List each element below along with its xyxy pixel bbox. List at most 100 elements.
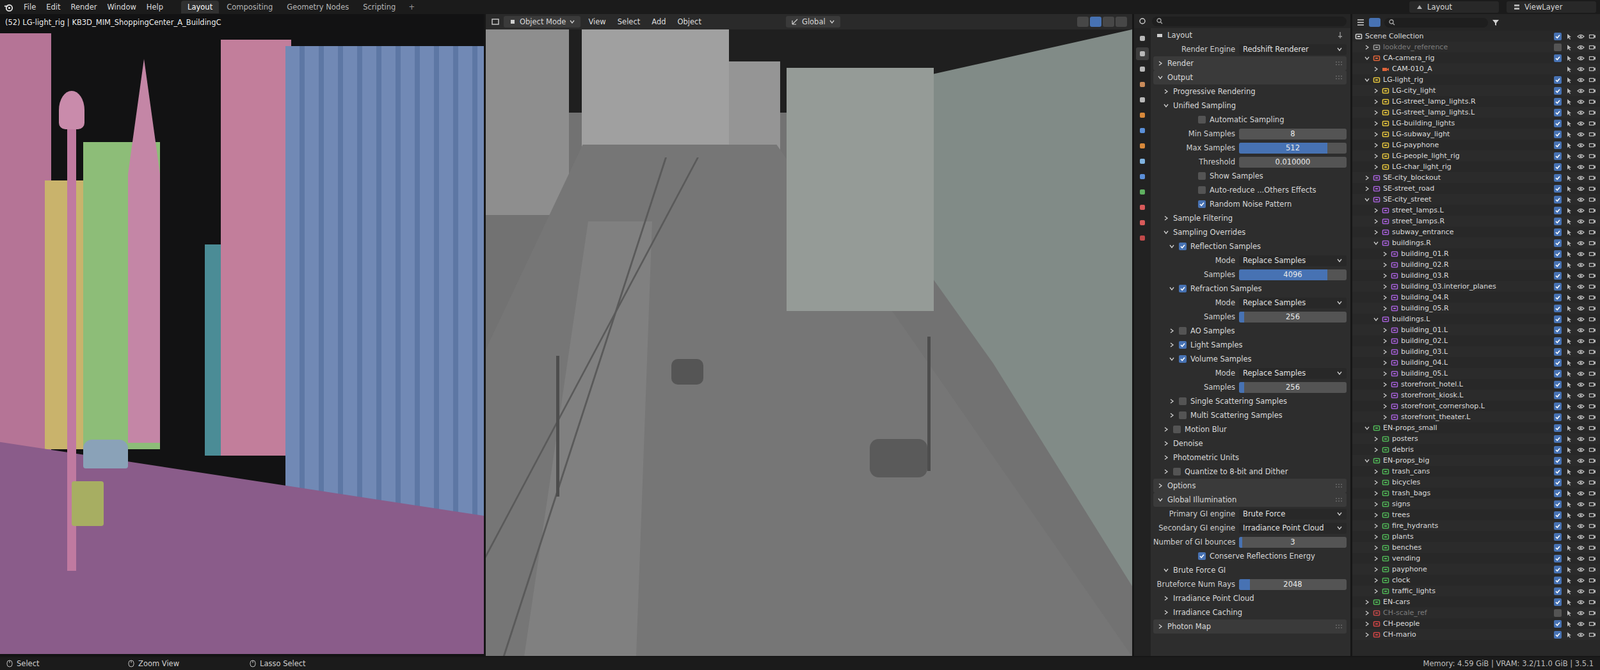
outliner-item[interactable]: building_01.L [1352,324,1600,336]
select-arrow-icon[interactable] [1565,184,1574,193]
eye-icon[interactable] [1576,533,1585,541]
chevron-icon[interactable] [1363,609,1371,617]
checkbox-row[interactable]: Show Samples [1153,168,1347,184]
exclude-checkbox[interactable] [1553,446,1562,454]
eye-icon[interactable] [1576,402,1585,411]
outliner-item[interactable]: CAM-010_A [1352,63,1600,75]
3d-viewport[interactable]: Object ModeViewSelectAddObjectGlobal [485,14,1133,656]
chevron-icon[interactable] [1381,294,1389,301]
select-arrow-icon[interactable] [1565,174,1574,182]
select-arrow-icon[interactable] [1565,609,1574,617]
dropdown-field[interactable]: Brute Force [1239,508,1347,520]
eye-icon[interactable] [1576,424,1585,432]
workspace-tab[interactable]: Geometry Nodes [280,0,356,14]
pin-icon[interactable] [1336,31,1344,40]
slider-field[interactable]: 256 [1239,311,1347,323]
eye-icon[interactable] [1576,565,1585,574]
properties-tab-icon[interactable] [1136,62,1149,76]
render-camera-icon[interactable] [1588,391,1597,400]
exclude-checkbox[interactable] [1553,184,1562,193]
eye-icon[interactable] [1576,250,1585,258]
panel-checkbox[interactable] [1178,411,1187,420]
select-arrow-icon[interactable] [1565,576,1574,585]
exclude-checkbox[interactable] [1553,108,1562,117]
properties-tab-icon[interactable] [1136,216,1149,230]
outliner-item[interactable]: building_04.L [1352,357,1600,368]
dropdown-field[interactable]: Irradiance Point Cloud [1239,522,1347,534]
select-arrow-icon[interactable] [1565,598,1574,607]
chevron-icon[interactable] [1363,620,1371,628]
exclude-checkbox[interactable] [1553,359,1562,367]
exclude-checkbox[interactable] [1553,217,1562,226]
properties-tab-icon[interactable] [1136,170,1149,184]
checkbox[interactable] [1198,172,1206,180]
drag-handle-icon[interactable] [1335,497,1344,503]
select-arrow-icon[interactable] [1565,304,1574,313]
exclude-checkbox[interactable] [1553,413,1562,422]
eye-icon[interactable] [1576,54,1585,63]
outliner-item[interactable]: posters [1352,433,1600,445]
dropdown-field[interactable]: Replace Samples [1239,255,1347,267]
outliner-item[interactable]: fire_hydrants [1352,520,1600,532]
viewport-menu[interactable]: Object [673,16,706,28]
select-arrow-icon[interactable] [1565,369,1574,378]
panel-header[interactable]: Single Scattering Samples [1153,394,1347,409]
checkbox-row[interactable]: Random Noise Pattern [1153,197,1347,212]
outliner-item[interactable]: CH-people [1352,618,1600,630]
render-camera-icon[interactable] [1588,576,1597,585]
chevron-icon[interactable] [1381,403,1389,410]
properties-tab-icon[interactable] [1136,124,1149,137]
outliner-item[interactable]: LG-street_lamp_lights.R [1352,96,1600,107]
exclude-checkbox[interactable] [1553,522,1562,530]
properties-tab-icon[interactable] [1136,32,1149,45]
exclude-checkbox[interactable] [1553,435,1562,443]
slider-field[interactable]: 2048 [1239,579,1347,591]
select-arrow-icon[interactable] [1565,500,1574,509]
eye-icon[interactable] [1576,304,1585,313]
render-camera-icon[interactable] [1588,402,1597,411]
camera-viewport[interactable]: (52) LG-light_rig | KB3D_MIM_ShoppingCen… [0,14,484,656]
select-arrow-icon[interactable] [1565,315,1574,324]
chevron-icon[interactable] [1372,131,1380,138]
outliner-item[interactable]: bicycles [1352,476,1600,488]
select-arrow-icon[interactable] [1565,435,1574,443]
render-camera-icon[interactable] [1588,511,1597,520]
editor-type-icon[interactable] [1356,17,1366,27]
outliner-item[interactable]: CH-scale_ref [1352,607,1600,619]
number-field[interactable]: 8 [1239,128,1347,140]
outliner-item[interactable]: EN-props_big [1352,455,1600,466]
properties-tab-icon[interactable] [1136,154,1149,168]
chevron-icon[interactable] [1372,65,1380,73]
outliner-item[interactable]: building_03.L [1352,346,1600,358]
chevron-icon[interactable] [1381,250,1389,258]
checkbox[interactable] [1198,200,1206,208]
render-camera-icon[interactable] [1588,565,1597,574]
outliner-item[interactable]: storefront_theater.L [1352,411,1600,423]
chevron-icon[interactable] [1372,109,1380,116]
properties-tab-icon[interactable] [1136,231,1149,245]
exclude-checkbox[interactable] [1553,533,1562,541]
select-arrow-icon[interactable] [1565,239,1574,248]
outliner-item[interactable]: storefront_kiosk.L [1352,389,1600,401]
select-arrow-icon[interactable] [1565,544,1574,552]
chevron-icon[interactable] [1372,207,1380,214]
workspace-tab[interactable]: Compositing [220,0,280,14]
panel-header[interactable]: Brute Force GI [1153,563,1347,578]
shading-mode-button[interactable] [1089,16,1102,27]
chevron-icon[interactable] [1372,87,1380,95]
chevron-icon[interactable] [1372,533,1380,541]
render-camera-icon[interactable] [1588,184,1597,193]
chevron-icon[interactable] [1372,544,1380,552]
render-camera-icon[interactable] [1588,456,1597,465]
panel-header[interactable]: Global Illumination [1153,492,1347,507]
eye-icon[interactable] [1576,261,1585,269]
drag-handle-icon[interactable] [1335,74,1344,80]
eye-icon[interactable] [1576,391,1585,400]
chevron-icon[interactable] [1372,555,1380,562]
render-camera-icon[interactable] [1588,380,1597,389]
render-camera-icon[interactable] [1588,76,1597,84]
eye-icon[interactable] [1576,97,1585,106]
exclude-checkbox[interactable] [1553,511,1562,520]
eye-icon[interactable] [1576,326,1585,335]
render-camera-icon[interactable] [1588,87,1597,95]
